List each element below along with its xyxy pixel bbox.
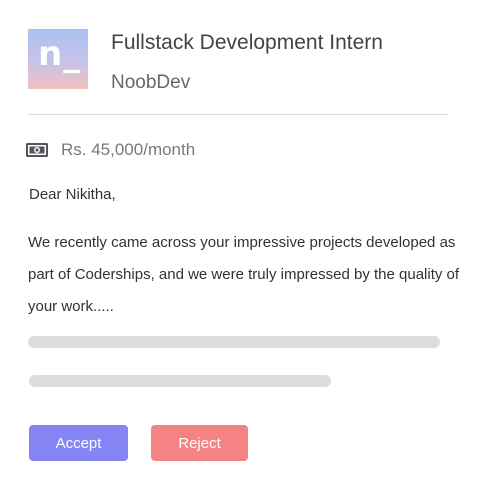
reject-button[interactable]: Reject — [151, 425, 248, 461]
accept-button[interactable]: Accept — [29, 425, 128, 461]
company-logo-text: n_ — [38, 34, 82, 74]
company-logo: n_ — [28, 29, 88, 89]
money-icon — [26, 143, 48, 157]
header-divider — [28, 114, 448, 115]
company-name: NoobDev — [111, 72, 191, 93]
job-title: Fullstack Development Intern — [111, 31, 383, 54]
message-body: We recently came across your impressive … — [28, 234, 460, 315]
message-greeting: Dear Nikitha, — [29, 186, 116, 203]
loading-placeholder-line — [28, 336, 440, 348]
salary-text: Rs. 45,000/month — [61, 140, 196, 159]
loading-placeholder-line — [29, 375, 331, 387]
salary-row: Rs. 45,000/month — [26, 138, 195, 162]
